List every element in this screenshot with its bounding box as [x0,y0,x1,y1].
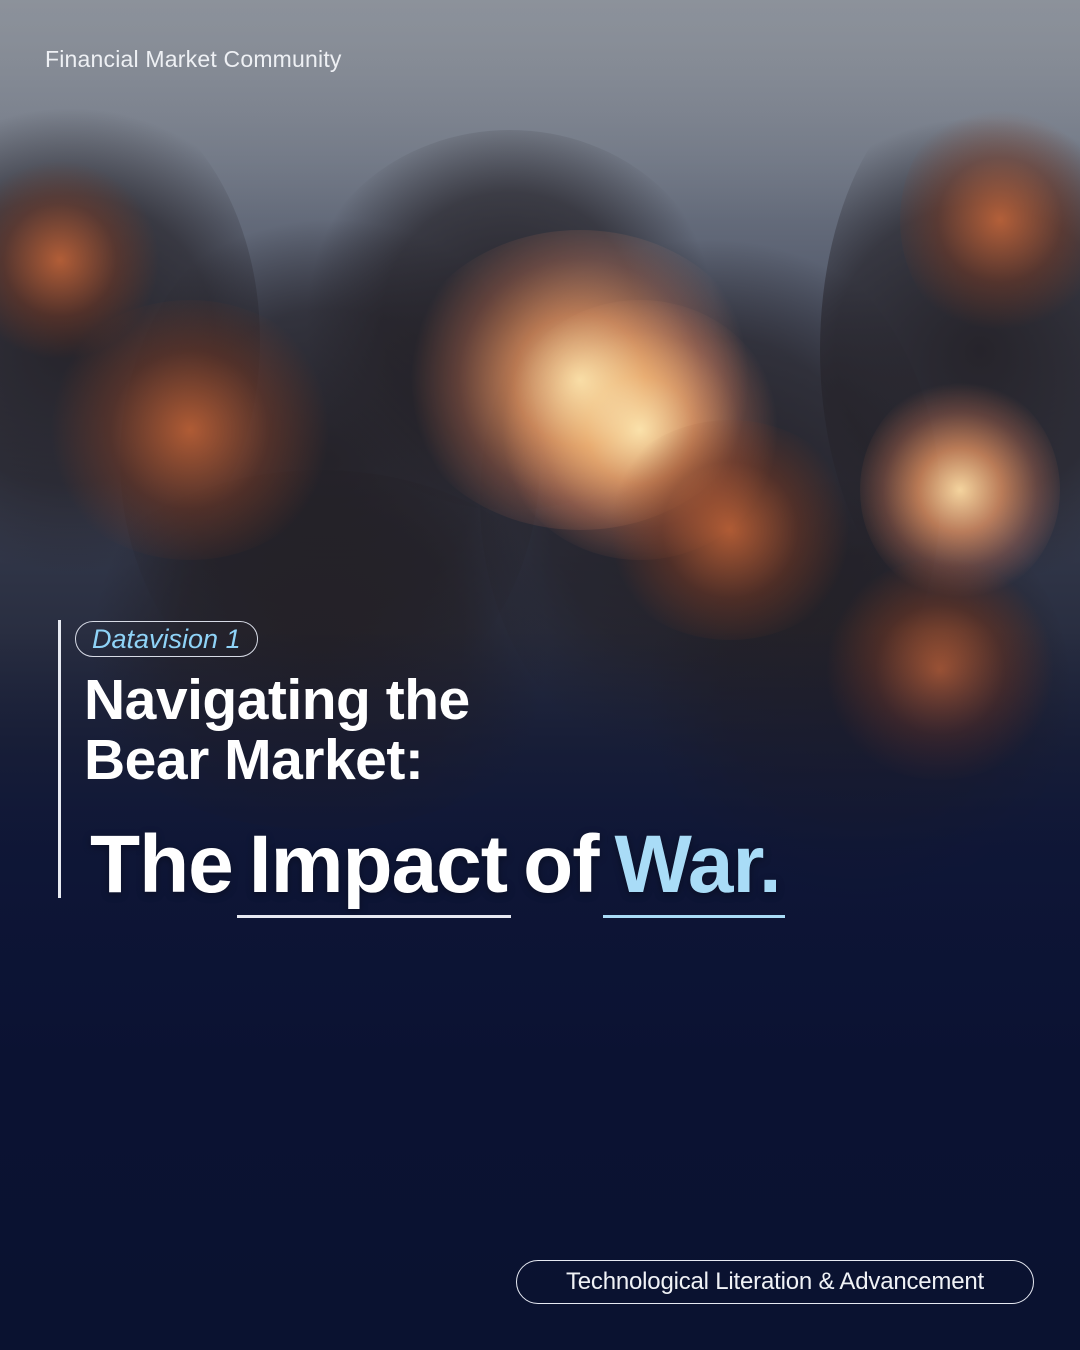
ember-glow [600,420,860,640]
series-badge: Datavision 1 [75,621,258,657]
headline: Navigating the Bear Market: [84,670,470,790]
subheadline: The Impact of War. [90,819,785,918]
title-block: Datavision 1 Navigating the Bear Market:… [58,620,938,918]
subheadline-word-impact: Impact [236,819,512,918]
brand-name: Financial Market Community [45,46,342,72]
subheadline-word-of: of [523,819,599,910]
subheadline-word-war: War. [602,819,785,918]
ember-glow [40,300,340,560]
subheadline-word-the: The [90,819,234,910]
accent-divider [58,620,61,898]
tagline-pill: Technological Literation & Advancement [516,1260,1034,1304]
headline-line-1: Navigating the [84,668,470,732]
headline-line-2: Bear Market: [84,728,424,792]
